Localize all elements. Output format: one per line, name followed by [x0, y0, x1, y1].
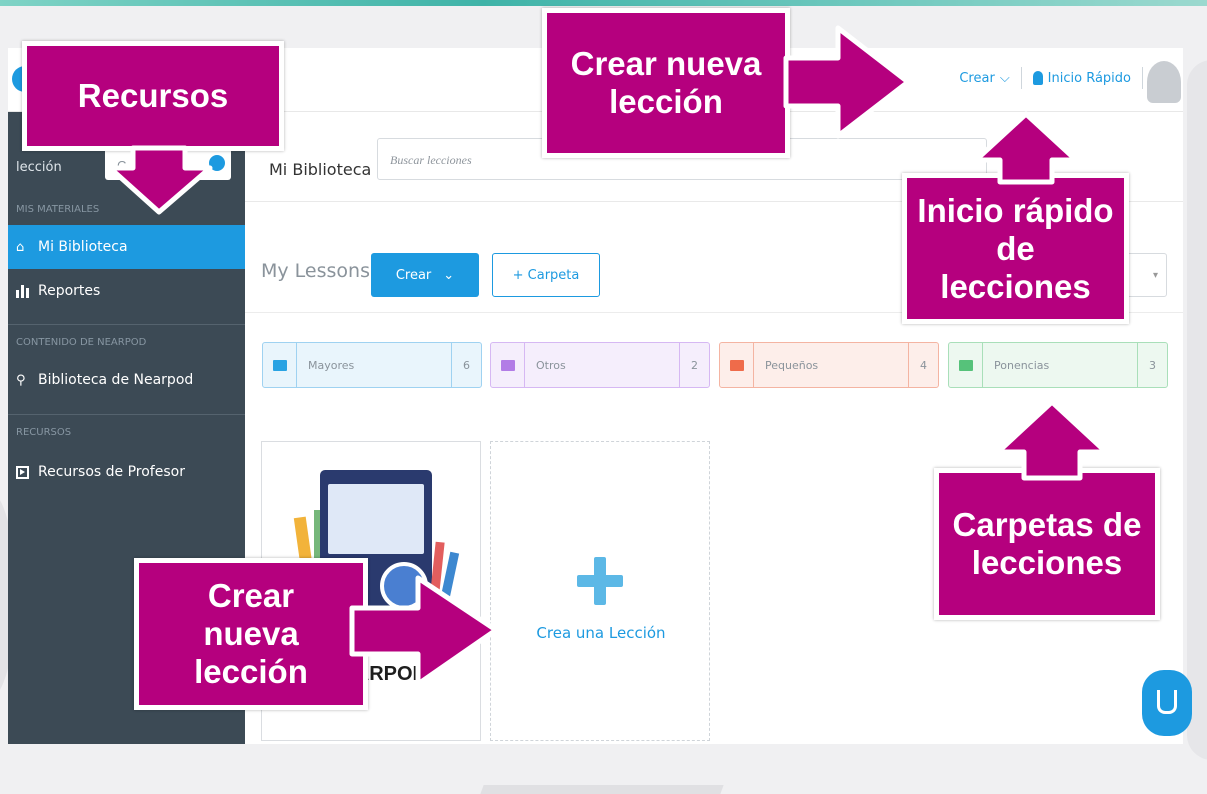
- chat-button[interactable]: [1142, 670, 1192, 736]
- callout-recursos-arrow: [107, 145, 213, 215]
- callout-crear-top-text: Crear nueva lección: [570, 45, 762, 120]
- callout-crear-bottom: Crear nueva lección: [134, 558, 368, 710]
- dropdown-arrow-icon: ▾: [1152, 270, 1158, 281]
- rocket-icon: [1032, 71, 1043, 85]
- folder-icon: [949, 343, 983, 387]
- folder-icon: [263, 343, 297, 387]
- callout-crear-bottom-arrow: [349, 575, 499, 687]
- home-icon: ⌂: [16, 239, 25, 255]
- folder-icon: [720, 343, 754, 387]
- folder-count: 3: [1137, 343, 1167, 387]
- callout-inicio: Inicio rápido de lecciones: [902, 173, 1129, 324]
- folder-ponencias[interactable]: Ponencias 3: [948, 342, 1168, 388]
- sidebar-item-label: Biblioteca de Nearpod: [38, 372, 194, 388]
- decor-shape-right: [1187, 60, 1207, 760]
- sidebar-item-label: Reportes: [38, 283, 101, 299]
- callout-crear-bottom-text: Crear nueva lección: [194, 577, 308, 690]
- sidebar-item-recursos-profesor[interactable]: Recursos de Profesor: [8, 450, 245, 494]
- folder-icon: [491, 343, 525, 387]
- sidebar-item-reportes[interactable]: Reportes: [8, 269, 245, 313]
- folder-name: Mayores: [308, 358, 355, 372]
- sidebar-item-biblioteca-nearpod[interactable]: ⚲ Biblioteca de Nearpod: [8, 358, 245, 402]
- callout-crear-top: Crear nueva lección: [542, 8, 790, 158]
- chevron-down-icon: ⌄: [443, 267, 455, 283]
- callout-recursos-text: Recursos: [77, 77, 229, 114]
- avatar[interactable]: [1147, 61, 1181, 103]
- create-lesson-button[interactable]: Crear ⌄: [371, 253, 479, 297]
- sidebar-divider: [8, 414, 245, 415]
- folder-pequenos[interactable]: Pequeños 4: [719, 342, 939, 388]
- callout-crear-top-arrow: [783, 25, 911, 139]
- callout-carpetas-arrow: [995, 399, 1109, 481]
- folder-name: Otros: [536, 358, 566, 372]
- section-mis-materiales: MIS MATERIALES: [16, 204, 100, 215]
- create-menu-label: Crear: [959, 70, 995, 86]
- callout-carpetas: Carpetas de lecciones: [934, 468, 1160, 620]
- callout-inicio-arrow: [973, 111, 1079, 185]
- sidebar-divider: [8, 324, 245, 325]
- search-icon: ⚲: [16, 372, 26, 388]
- section-contenido-nearpod: CONTENIDO DE NEARPOD: [16, 337, 147, 348]
- callout-carpetas-text: Carpetas de lecciones: [952, 506, 1142, 581]
- folder-count: 4: [908, 343, 938, 387]
- folder-count: 2: [679, 343, 709, 387]
- create-lesson-card[interactable]: Crea una Lección: [490, 441, 710, 741]
- section-recursos: RECURSOS: [16, 427, 72, 438]
- folder-count: 6: [451, 343, 481, 387]
- quick-start-label: Inicio Rápido: [1047, 70, 1131, 86]
- plus-icon-bar: [577, 575, 623, 587]
- page-title: Mi Biblioteca: [269, 160, 372, 179]
- callout-recursos: Recursos: [22, 41, 284, 151]
- sidebar-item-mi-biblioteca[interactable]: ⌂ Mi Biblioteca: [8, 225, 245, 269]
- folder-mayores[interactable]: Mayores 6: [262, 342, 482, 388]
- create-menu[interactable]: Crear ⌵: [948, 67, 1022, 89]
- sidebar-item-label: Mi Biblioteca: [38, 239, 128, 255]
- chevron-down-icon: ⌵: [999, 70, 1010, 86]
- resources-icon: [16, 465, 29, 479]
- folder-name: Pequeños: [765, 358, 819, 372]
- lessons-heading: My Lessons: [261, 260, 370, 282]
- create-lesson-label: Crea una Lección: [536, 624, 666, 642]
- new-folder-button[interactable]: + Carpeta: [492, 253, 600, 297]
- folder-otros[interactable]: Otros 2: [490, 342, 710, 388]
- decor-shape-bottom: [476, 785, 724, 794]
- folder-name: Ponencias: [994, 358, 1050, 372]
- top-decor-band: [0, 0, 1207, 6]
- top-nav: Crear ⌵ Inicio Rápido: [948, 67, 1143, 89]
- callout-inicio-text: Inicio rápido de lecciones: [917, 191, 1114, 305]
- new-folder-label: + Carpeta: [512, 267, 580, 283]
- sidebar-search-label: lección: [16, 160, 62, 175]
- create-button-label: Crear: [395, 267, 432, 283]
- lesson-search-placeholder: Buscar lecciones: [390, 153, 472, 167]
- chat-icon: [1157, 690, 1177, 714]
- sidebar-item-label: Recursos de Profesor: [38, 464, 185, 480]
- quick-start-link[interactable]: Inicio Rápido: [1022, 67, 1143, 89]
- reports-icon: [16, 284, 29, 298]
